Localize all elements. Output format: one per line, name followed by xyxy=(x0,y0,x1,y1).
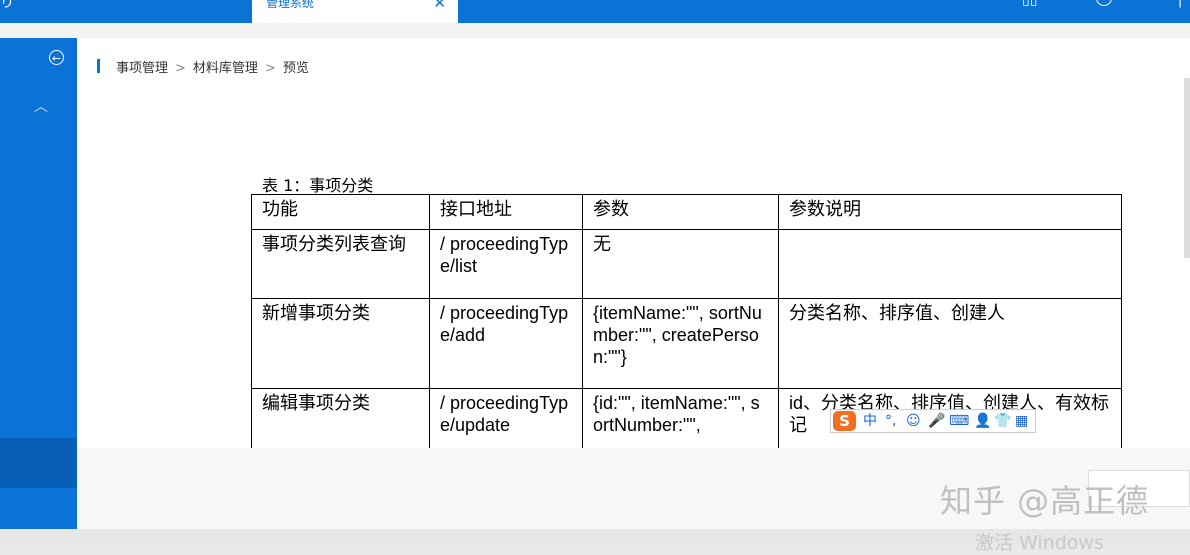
ime-emoji-icon[interactable]: ☺ xyxy=(906,412,921,430)
table-caption: 表 1：事项分类 xyxy=(262,176,374,195)
header-gap xyxy=(0,23,1190,38)
table-header-row: 功能 接口地址 参数 参数说明 xyxy=(251,194,1122,230)
column-header: 接口地址 xyxy=(429,194,583,230)
table-row: 新增事项分类 / proceedingType/add {itemName:""… xyxy=(251,298,1122,389)
menu-icon[interactable]: │ xyxy=(1176,0,1184,8)
table-cell: 编辑事项分类 xyxy=(251,388,430,448)
sidebar: ← ︿ xyxy=(0,38,77,529)
app-logo: り xyxy=(0,0,14,11)
table-cell: / proceedingType/list xyxy=(429,229,583,299)
fullscreen-icon[interactable]: ▯▯ xyxy=(1022,0,1037,8)
tab-close-icon[interactable]: ✕ xyxy=(433,0,446,12)
ime-voice-icon[interactable]: 🎤 xyxy=(928,412,945,430)
sidebar-item-active[interactable] xyxy=(0,438,77,488)
chevron-up-icon[interactable]: ︿ xyxy=(34,96,48,116)
table-cell: {itemName:"", sortNumber:"", createPerso… xyxy=(582,298,779,389)
document-preview: 表 1：事项分类 功能 接口地址 参数 参数说明 事项分类列表查询 / proc… xyxy=(77,38,1184,448)
table-cell: {id:"", itemName:"", sortNumber:"", xyxy=(582,388,779,448)
ime-toolbox-icon[interactable]: ▦ xyxy=(1015,412,1028,430)
column-header: 参数 xyxy=(582,194,779,230)
ime-logo-icon[interactable]: S xyxy=(833,411,856,431)
table-cell: / proceedingType/update xyxy=(429,388,583,448)
table-cell: 事项分类列表查询 xyxy=(251,229,430,299)
top-bar: り 管理系统 ✕ ▯▯ │ xyxy=(0,0,1190,23)
ime-keyboard-icon[interactable]: ⌨ xyxy=(949,412,969,430)
table-row: 事项分类列表查询 / proceedingType/list 无 xyxy=(251,229,1122,299)
user-icon[interactable] xyxy=(1096,0,1112,6)
ime-toolbar[interactable]: S 中 °, ☺ 🎤 ⌨ 👤 👕 ▦ xyxy=(830,409,1036,433)
ime-chinese-mode-icon[interactable]: 中 xyxy=(863,412,877,430)
watermark: 知乎 @高正德 xyxy=(940,482,1150,520)
preview-scrollbar[interactable] xyxy=(1184,78,1190,258)
table-cell: / proceedingType/add xyxy=(429,298,583,389)
ime-skin-icon[interactable]: 👕 xyxy=(994,412,1011,430)
tab-management-system[interactable]: 管理系统 ✕ xyxy=(252,0,458,23)
column-header: 功能 xyxy=(251,194,430,230)
table-cell: 无 xyxy=(582,229,779,299)
table-cell: 新增事项分类 xyxy=(251,298,430,389)
ime-punctuation-icon[interactable]: °, xyxy=(885,412,896,430)
table-cell: 分类名称、排序值、创建人 xyxy=(778,298,1122,389)
windows-activation-notice: 激活 Windows xyxy=(975,532,1104,554)
collapse-sidebar-icon[interactable]: ← xyxy=(49,50,64,65)
tab-title: 管理系统 xyxy=(266,0,315,10)
column-header: 参数说明 xyxy=(778,194,1122,230)
ime-user-icon[interactable]: 👤 xyxy=(974,412,991,430)
table-cell xyxy=(778,229,1122,299)
